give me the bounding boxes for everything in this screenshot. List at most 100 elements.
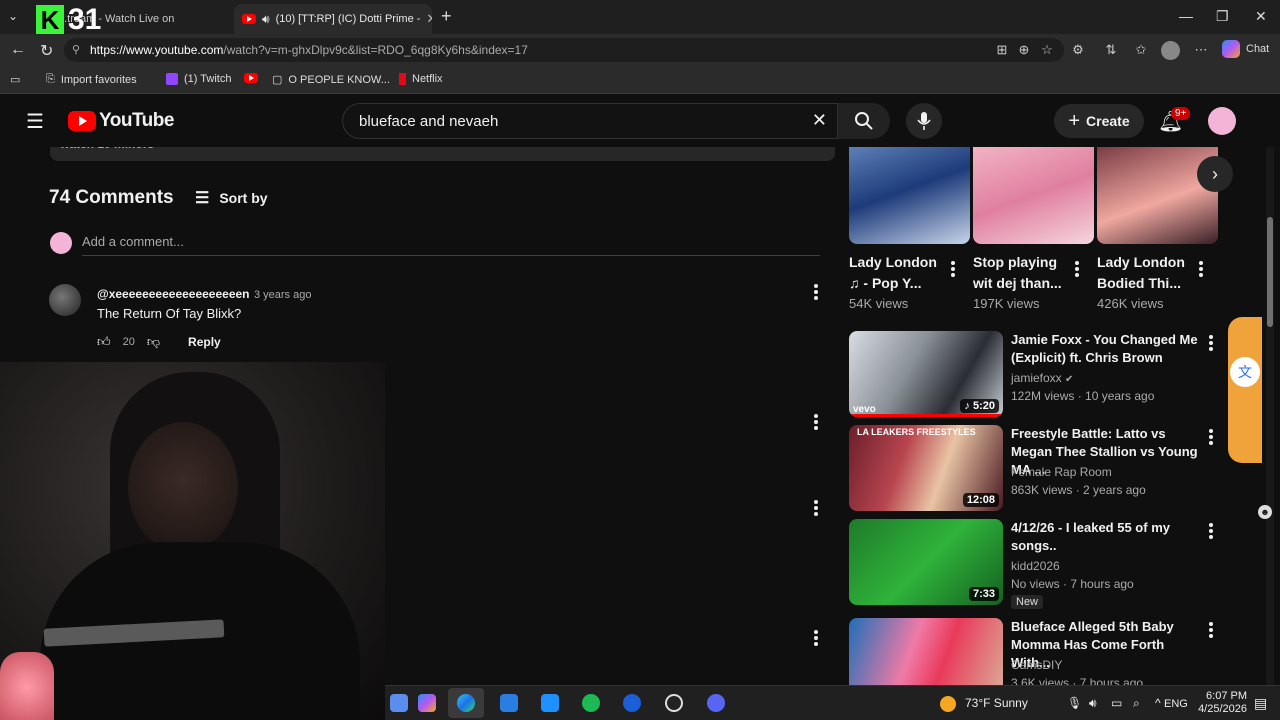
tab-list-chevron-icon[interactable]: ⌄ bbox=[8, 9, 18, 23]
reply-button[interactable]: Reply bbox=[188, 335, 221, 349]
video-card[interactable]: vevo ♪ 5:20 Jamie Foxx - You Changed Me … bbox=[849, 331, 1229, 419]
dislike-icon[interactable]: 👎︎ bbox=[147, 334, 160, 350]
fav-netflix[interactable]: Netflix bbox=[399, 73, 443, 85]
tray-chevron-icon[interactable]: ^ bbox=[1155, 696, 1161, 710]
favorites-toggle-icon[interactable]: ▭ bbox=[10, 73, 20, 86]
explorer-taskbar-icon[interactable] bbox=[541, 694, 559, 712]
search-button[interactable] bbox=[838, 103, 890, 139]
comment-menu-icon[interactable] bbox=[814, 630, 818, 646]
comment-author[interactable]: @xeeeeeeeeeeeeeeeeeeen bbox=[97, 287, 250, 301]
video-menu-icon[interactable] bbox=[1209, 335, 1213, 351]
add-comment-input[interactable]: Add a comment... bbox=[82, 234, 820, 256]
zoom-icon[interactable]: ⊕ bbox=[1016, 42, 1032, 58]
short-menu-icon[interactable] bbox=[1075, 261, 1079, 277]
account-avatar[interactable] bbox=[1208, 107, 1236, 135]
minimize-icon[interactable]: — bbox=[1179, 8, 1193, 24]
short-card[interactable]: Lady London ♫ - Pop Y... 54K views bbox=[849, 147, 970, 311]
network-tray-icon[interactable]: ▭ bbox=[1111, 696, 1122, 710]
comment-menu-icon[interactable] bbox=[814, 284, 818, 300]
notification-center-icon[interactable]: ▤ bbox=[1254, 695, 1267, 712]
video-thumbnail[interactable]: vevo ♪ 5:20 bbox=[849, 331, 1003, 417]
store-taskbar-icon[interactable] bbox=[500, 694, 518, 712]
short-thumbnail[interactable] bbox=[973, 147, 1094, 244]
comment-time[interactable]: 3 years ago bbox=[254, 289, 311, 301]
video-channel[interactable]: CamsDIY bbox=[1011, 658, 1062, 672]
language-indicator[interactable]: ENG bbox=[1164, 698, 1188, 710]
discord-taskbar-icon[interactable] bbox=[707, 694, 725, 712]
video-card[interactable]: 7:33 4/12/26 - I leaked 55 of my songs..… bbox=[849, 519, 1229, 609]
weather-text[interactable]: 73°F Sunny bbox=[965, 696, 1028, 710]
fav-youtube[interactable] bbox=[244, 73, 258, 83]
volume-tray-icon[interactable]: 🔊︎ bbox=[1089, 696, 1097, 711]
video-card[interactable]: Blueface Alleged 5th Baby Momma Has Come… bbox=[849, 618, 1229, 685]
video-channel[interactable]: jamiefoxx ✔︎ bbox=[1011, 371, 1073, 385]
spotify-taskbar-icon[interactable] bbox=[582, 694, 600, 712]
taskbar-app-icon[interactable] bbox=[390, 694, 408, 712]
profile-avatar[interactable] bbox=[1161, 41, 1180, 60]
short-menu-icon[interactable] bbox=[951, 261, 955, 277]
video-menu-icon[interactable] bbox=[1209, 622, 1213, 638]
fav-people-know[interactable]: ▢ O PEOPLE KNOW... bbox=[272, 73, 390, 87]
short-title[interactable]: Stop playing wit dej than... bbox=[973, 252, 1073, 294]
apps-icon[interactable]: ⊞ bbox=[994, 42, 1010, 58]
favorite-star-icon[interactable]: ☆ bbox=[1039, 42, 1055, 58]
more-options-icon[interactable]: ⋯ bbox=[1193, 42, 1209, 58]
video-menu-icon[interactable] bbox=[1209, 523, 1213, 539]
refresh-icon[interactable]: ↻ bbox=[40, 41, 53, 61]
maximize-icon[interactable]: ❐ bbox=[1216, 8, 1229, 25]
copilot-chat-button[interactable]: Chat bbox=[1222, 40, 1269, 58]
video-menu-icon[interactable] bbox=[1209, 429, 1213, 445]
ea-taskbar-icon[interactable] bbox=[623, 694, 641, 712]
favorites-icon[interactable]: ✩ bbox=[1133, 42, 1149, 58]
sync-icon[interactable]: ⇅ bbox=[1103, 42, 1119, 58]
chevron-right-icon[interactable]: › bbox=[1197, 156, 1233, 192]
comment-menu-icon[interactable] bbox=[814, 500, 818, 516]
fav-import[interactable]: ⎘ Import favorites bbox=[46, 73, 137, 86]
accessibility-icon[interactable]: ☻ bbox=[1258, 505, 1272, 519]
edge-taskbar-icon[interactable] bbox=[457, 694, 475, 712]
short-card[interactable]: Stop playing wit dej than... 197K views bbox=[973, 147, 1094, 311]
mic-tray-icon[interactable]: 🎙︎ bbox=[1067, 696, 1082, 710]
menu-icon[interactable]: ☰ bbox=[26, 109, 44, 134]
voice-search-button[interactable] bbox=[906, 103, 942, 139]
short-thumbnail[interactable] bbox=[849, 147, 970, 244]
short-title[interactable]: Lady London ♫ - Pop Y... bbox=[849, 252, 949, 294]
copilot-taskbar-icon[interactable] bbox=[418, 694, 436, 712]
video-title[interactable]: 4/12/26 - I leaked 55 of my songs.. bbox=[1011, 519, 1203, 555]
obs-taskbar-icon[interactable] bbox=[665, 694, 683, 712]
youtube-logo[interactable]: YouTube bbox=[68, 110, 174, 132]
video-thumbnail[interactable]: 7:33 bbox=[849, 519, 1003, 605]
close-tab-icon[interactable]: ✕ bbox=[426, 11, 432, 27]
like-icon[interactable]: 👍︎ bbox=[97, 334, 111, 350]
commenter-avatar[interactable] bbox=[49, 284, 81, 316]
new-tab-icon[interactable]: + bbox=[441, 6, 452, 27]
video-thumbnail[interactable]: LA LEAKERS FREESTYLES 12:08 bbox=[849, 425, 1003, 511]
scrollbar-thumb[interactable] bbox=[1267, 217, 1273, 327]
video-thumbnail[interactable] bbox=[849, 618, 1003, 685]
extensions-icon[interactable]: ⚙ bbox=[1070, 42, 1086, 58]
video-channel[interactable]: kidd2026 bbox=[1011, 559, 1060, 573]
watch-later-extension-tab[interactable] bbox=[1228, 317, 1262, 463]
fav-twitch[interactable]: (1) Twitch bbox=[166, 73, 231, 85]
close-window-icon[interactable]: ✕ bbox=[1255, 8, 1267, 25]
video-channel[interactable]: Female Rap Room bbox=[1011, 465, 1112, 479]
comment-menu-icon[interactable] bbox=[814, 414, 818, 430]
video-card[interactable]: LA LEAKERS FREESTYLES 12:08 Freestyle Ba… bbox=[849, 425, 1229, 513]
search-input[interactable]: blueface and nevaeh ✕ bbox=[342, 103, 838, 139]
speaker-icon[interactable]: 🔊︎ bbox=[262, 12, 270, 27]
short-title[interactable]: Lady London Bodied Thi... bbox=[1097, 252, 1197, 294]
translate-icon[interactable]: 文 bbox=[1230, 357, 1260, 387]
url-field[interactable]: ⚲ https://www.youtube.com /watch?v=m-ghx… bbox=[64, 38, 1064, 62]
short-menu-icon[interactable] bbox=[1199, 261, 1203, 277]
short-thumbnail[interactable] bbox=[1097, 147, 1218, 244]
back-icon[interactable]: ← bbox=[10, 41, 26, 59]
create-button[interactable]: + Create bbox=[1054, 104, 1144, 138]
tab-youtube[interactable]: 🔊︎ (10) [TT:RP] (IC) Dotti Prime - ✕ bbox=[234, 4, 432, 34]
page-scrollbar[interactable] bbox=[1266, 147, 1274, 685]
video-title[interactable]: Jamie Foxx - You Changed Me (Explicit) f… bbox=[1011, 331, 1203, 367]
clock[interactable]: 6:07 PM 4/25/2026 bbox=[1193, 690, 1247, 716]
site-info-icon[interactable]: ⚲ bbox=[72, 43, 80, 56]
display-tray-icon[interactable]: ⌕ bbox=[1133, 696, 1140, 711]
sort-by-button[interactable]: ☰ Sort by bbox=[195, 188, 268, 208]
clear-search-icon[interactable]: ✕ bbox=[812, 110, 827, 131]
